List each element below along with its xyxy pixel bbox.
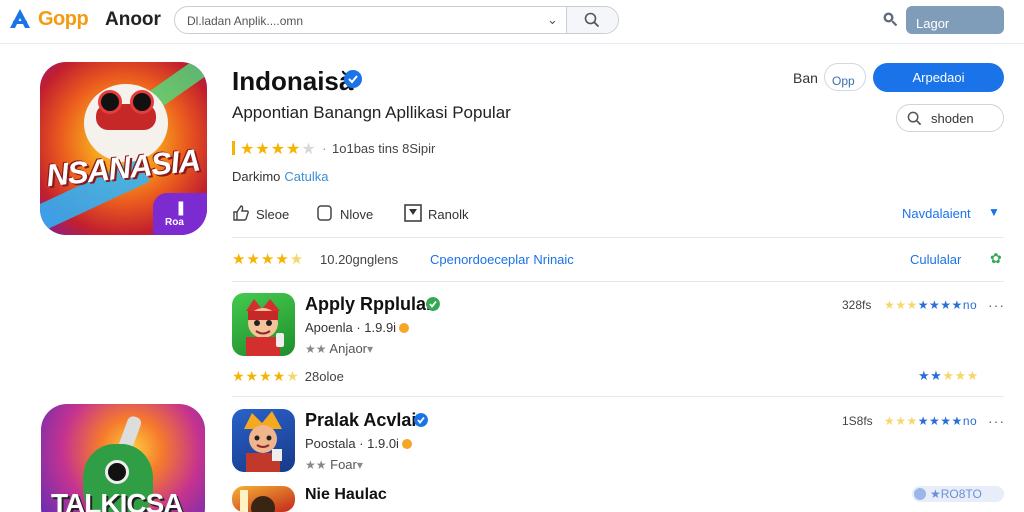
chevron-down-icon[interactable]: ⌄ <box>547 12 558 28</box>
caret-down-icon: ▾ <box>356 458 363 472</box>
price-label: Ban <box>793 70 818 86</box>
list-item-title[interactable]: Pralak Acvlaic <box>305 410 426 431</box>
caret-down-icon: ▼ <box>988 205 1000 219</box>
thumbs-up-icon <box>233 205 249 221</box>
wrench-icon: ❚ <box>175 199 187 215</box>
icon-eye <box>105 460 129 484</box>
list-item-icon[interactable] <box>232 486 295 512</box>
app-subtitle: Appontian Banangn Apllikasi Popular <box>232 103 511 122</box>
list-item-meta[interactable]: ★★ Anjaor▾ <box>305 341 373 356</box>
stats-row: ★★★★★ 10.20gnglens Cpenordoeceplar Nrina… <box>232 250 1012 270</box>
sort-dropdown[interactable]: Navdalaient ▼ <box>902 205 1000 221</box>
icon-eye <box>130 90 154 114</box>
icon-eye <box>98 90 122 114</box>
caret-down-icon: ▾ <box>367 342 374 356</box>
app-icon[interactable]: NSANASIA ❚ Roa <box>40 62 207 235</box>
rating-stars: ★★★★★ <box>240 141 317 158</box>
leaf-icon: ✿ <box>990 250 1002 266</box>
meta-stars: ★★ <box>305 458 327 472</box>
verified-icon <box>426 297 440 311</box>
list-item-right-stars: ★★★★★★★no <box>884 414 978 428</box>
more-options-icon[interactable]: ··· <box>988 413 1005 429</box>
divider <box>232 281 1004 282</box>
install-button[interactable]: Arpedaoi <box>873 63 1004 92</box>
list-item-icon[interactable] <box>232 293 295 356</box>
search-icon[interactable] <box>882 11 898 27</box>
divider <box>232 396 1004 397</box>
verified-icon <box>344 70 362 88</box>
search-icon <box>907 111 922 126</box>
stats-stars: ★★★★★ <box>232 251 305 268</box>
list-item-icon[interactable] <box>232 409 295 472</box>
app-title: Indonaisă <box>232 66 354 96</box>
search-bar[interactable]: ⌄ <box>174 6 619 34</box>
coin-icon <box>399 323 410 333</box>
search-icon <box>584 12 600 28</box>
search-input[interactable] <box>187 11 547 31</box>
flag-icon <box>404 204 422 222</box>
rating-count: 1o1bas tins 8Sipir <box>332 141 436 156</box>
login-button[interactable]: Lagor <box>906 6 1004 34</box>
bookmark-icon <box>317 205 332 221</box>
list-item-meta[interactable]: ★★ Foar▾ <box>305 457 363 472</box>
developer-label: Darkimo <box>232 169 281 184</box>
more-options-icon[interactable]: ··· <box>988 297 1005 313</box>
list-item-size: 1S8fs <box>842 414 873 428</box>
share-button-label: shoden <box>931 110 974 126</box>
pill-dot <box>914 488 926 500</box>
character-icon <box>240 490 275 512</box>
stats-link[interactable]: Cpenordoeceplar Nrinaic <box>430 252 574 267</box>
share-button[interactable]: shoden <box>896 104 1004 132</box>
list-item-title[interactable]: Nie Haulac <box>305 486 387 504</box>
app-store-logo-icon[interactable] <box>8 8 32 30</box>
featured-app-icon[interactable]: TALKICSA <box>41 404 205 512</box>
developer-row: Darkimo Catulka <box>232 169 328 184</box>
top-bar: Gopp Anoor ⌄ Lagor <box>0 0 1024 44</box>
icon-badge: ❚ Roa <box>153 193 207 235</box>
verified-icon <box>414 413 428 427</box>
list-item-title[interactable]: Apply Rpplular <box>305 294 433 315</box>
open-pill-button[interactable]: Opp <box>824 63 866 91</box>
character-icon <box>246 299 284 356</box>
brand-name[interactable]: Anoor <box>105 9 161 31</box>
list-item-right-stars: ★★★★★★★no <box>884 298 978 312</box>
developer-link[interactable]: Catulka <box>284 169 328 184</box>
character-icon <box>244 411 282 472</box>
stats-count: 10.20gnglens <box>320 252 399 267</box>
logo-wordmark[interactable]: Gopp <box>38 8 89 31</box>
list-item-version: Apoenla · 1.9.9i <box>305 320 410 335</box>
divider <box>232 237 1004 238</box>
rating-bar <box>232 141 235 155</box>
stats-right-link[interactable]: Cululalar <box>910 252 961 267</box>
list-item-size: 328fs <box>842 298 872 312</box>
list-item-version: Poostala · 1.9.0i <box>305 436 412 451</box>
featured-app-title: TALKICSA <box>51 488 183 512</box>
list-item-right-rating: ★★★★★ <box>918 368 979 383</box>
list-item-pill[interactable]: ★RO8TO <box>912 486 1004 502</box>
coin-icon <box>401 439 412 449</box>
separator-dot: · <box>322 140 327 156</box>
list-item-rating: ★★★★★ 28oloe <box>232 368 344 384</box>
search-button[interactable] <box>566 7 618 33</box>
meta-stars: ★★ <box>305 342 327 356</box>
